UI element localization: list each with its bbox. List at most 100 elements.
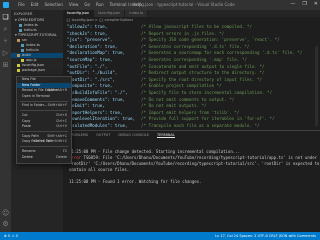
code-key: "jsx": "preserve",: [67, 37, 113, 43]
code-editor[interactable]: "allowJs": true, /* Allow javascript file…: [63, 22, 320, 130]
run-debug-icon[interactable]: ▷: [2, 50, 9, 57]
json-file-icon: [17, 63, 20, 67]
code-key: "noEmit": true,: [67, 103, 105, 109]
js-file-icon: [21, 58, 24, 62]
context-menu-item[interactable]: Delete Delete: [17, 155, 71, 161]
menu-file[interactable]: File: [18, 2, 25, 7]
code-comment: /* Allow javascript files to be compiled…: [141, 24, 252, 29]
panel-tabs: PROBLEMS OUTPUT DEBUG CONSOLE TERMINAL: [63, 131, 320, 140]
code-line: "importHelpers": true, /* Import emit hel…: [67, 110, 239, 116]
context-menu-label: Open in Terminal: [22, 93, 50, 98]
tab-index[interactable]: index.ts: [125, 10, 149, 17]
explorer-context-menu: New File New Folder Reveal in File Explore…: [16, 76, 72, 164]
terminal-line: 'rootDir' 'C:/Users/Dhanu/Documents/YouT…: [69, 161, 319, 166]
ts-file-icon: [21, 43, 24, 47]
code-key: "checkJs": true,: [67, 30, 108, 36]
problems-status[interactable]: ⊗ 0 ⚠ 0: [4, 234, 18, 238]
menu-separator: [20, 100, 68, 102]
editor-scrollbar[interactable]: [315, 46, 318, 126]
explorer-icon[interactable]: ❏: [2, 14, 9, 21]
code-line: "sourceMap": true, /* Generates correspon…: [67, 57, 247, 63]
code-key: "removeComments": true,: [67, 96, 125, 102]
code-key: "composite": true,: [67, 83, 113, 89]
maximize-icon[interactable]: ❐: [302, 2, 306, 7]
code-key: "downlevelIteration": true,: [67, 116, 136, 122]
editor-status[interactable]: Ln 17, Col 24 Spaces: 2 UTF-8 CRLF JSON …: [215, 234, 316, 238]
context-menu-item[interactable]: Paste Ctrl+V: [17, 124, 71, 130]
code-comment: /* Do not emit comments to output. */: [141, 96, 235, 102]
folder-icon: [17, 53, 20, 57]
code-comment: /* Import emit helpers from 'tslib'. */: [141, 109, 240, 115]
tree-item[interactable]: package.json: [11, 68, 63, 73]
code-comment: /* Specify the root directory of input f…: [141, 76, 263, 82]
context-menu-shortcut: Ctrl+K Ctrl+Shift+C: [33, 139, 67, 144]
code-line: "downlevelIteration": true, /* Provide fu…: [67, 116, 275, 122]
ts-file-icon: [19, 23, 22, 27]
tab-terminal[interactable]: TERMINAL: [157, 133, 175, 138]
menu-edit[interactable]: Edit: [31, 2, 39, 7]
tab-output[interactable]: OUTPUT: [96, 133, 110, 138]
context-menu-label: New Folder: [22, 82, 41, 87]
terminal-line: 11:25:08 PM - File change detected. Star…: [69, 149, 240, 154]
context-menu-item[interactable]: Find in Folder... Shift+Alt+F: [17, 103, 71, 109]
code-key: "tsBuildInfoFile": "./",: [67, 90, 128, 95]
menu-separator: [20, 146, 68, 148]
code-comment: /* Generates corresponding '.map' file. …: [141, 57, 247, 62]
account-icon[interactable]: ☺: [2, 210, 9, 217]
code-line: "outFile": "./", /* Concatenate and emit …: [67, 64, 265, 70]
minimize-icon[interactable]: —: [290, 2, 295, 7]
code-key: "declarationMap": true,: [67, 50, 125, 56]
menu-separator: [20, 110, 68, 112]
code-comment: /* Generates a sourcemap for each corres…: [141, 50, 303, 56]
context-menu-item[interactable]: Copy Relative Path Ctrl+K Ctrl+Shift+C: [17, 139, 71, 145]
window-title: tsconfig.json - typescript-tutorial - Vi…: [128, 2, 235, 7]
menu-terminal[interactable]: Terminal: [110, 2, 127, 7]
context-menu-label: Copy Path: [22, 133, 39, 138]
code-line: "composite": true, /* Enable project comp…: [67, 83, 222, 89]
code-line: "declarationMap": true, /* Generates a so…: [67, 50, 302, 56]
code-key: "rootDir": "./src",: [67, 76, 115, 82]
code-key: "isolatedModules": true,: [67, 123, 128, 128]
code-key: "allowJs": true,: [67, 24, 108, 29]
code-line: "tsBuildInfoFile": "./", /* Specify file …: [67, 90, 272, 96]
code-key: "declaration": true,: [67, 43, 118, 49]
terminal-text: TS6059: File 'C:/Users/Dhanu/Documents/Y…: [81, 155, 318, 160]
code-line: "removeComments": true, /* Do not emit co…: [67, 97, 234, 103]
gear-icon[interactable]: ⚙: [2, 221, 9, 228]
context-menu-item[interactable]: Open in Terminal: [17, 94, 71, 100]
terminal-line: 11:25:08 PM - Found 1 error. Watching fo…: [69, 179, 201, 184]
terminal-line: contain all source files.: [69, 167, 129, 172]
code-key: "outFile": "./",: [67, 63, 108, 69]
context-menu-shortcut: Delete: [56, 154, 67, 159]
tab-debug-console[interactable]: DEBUG CONSOLE: [118, 133, 149, 138]
search-icon[interactable]: ⌕: [2, 26, 9, 33]
code-comment: /* Do not emit outputs. */: [141, 103, 207, 109]
context-menu-label: New File: [22, 77, 36, 81]
close-icon[interactable]: ✕: [314, 2, 318, 7]
context-menu-label: Rename: [22, 148, 36, 153]
code-key: "outDir": "./build",: [67, 70, 118, 76]
terminal-text: 'rootDir' 'C:/Users/Dhanu/Documents/YouT…: [69, 161, 320, 166]
terminal-text: contain all source files.: [69, 167, 130, 172]
context-menu-label: Paste: [22, 124, 31, 129]
context-menu-label: Copy: [22, 118, 31, 123]
context-menu-label: Delete: [22, 154, 33, 159]
code-comment: /* Transpile each file as a separate mod…: [141, 123, 260, 128]
code-line: "declaration": true, /* Generates corresp…: [67, 44, 249, 50]
source-control-icon[interactable]: ⑂: [2, 38, 9, 45]
menu-run[interactable]: Run: [96, 2, 104, 7]
menu-selection[interactable]: Selection: [44, 2, 62, 7]
extensions-icon[interactable]: ⊞: [2, 62, 9, 69]
folder-icon: [17, 38, 20, 42]
code-line: "rootDir": "./src", /* Specify the root d…: [67, 77, 262, 83]
ts-file-icon: [19, 28, 22, 32]
context-menu-label: Find in Folder...: [22, 103, 47, 108]
menu-view[interactable]: View: [69, 2, 79, 7]
code-line: "allowJs": true, /* Allow javascript file…: [67, 24, 252, 30]
tab-tsconfig-2[interactable]: tsconfig.json: [94, 10, 126, 17]
menu-go[interactable]: Go: [84, 2, 90, 7]
terminal-text: - Found 1 error. Watching for file chang…: [95, 179, 202, 184]
code-comment: /* Generates corresponding '.d.ts' file.…: [141, 43, 250, 49]
code-comment: /* Concatenate and emit output to single…: [141, 63, 265, 69]
tab-tsconfig[interactable]: tsconfig.json: [63, 10, 95, 17]
